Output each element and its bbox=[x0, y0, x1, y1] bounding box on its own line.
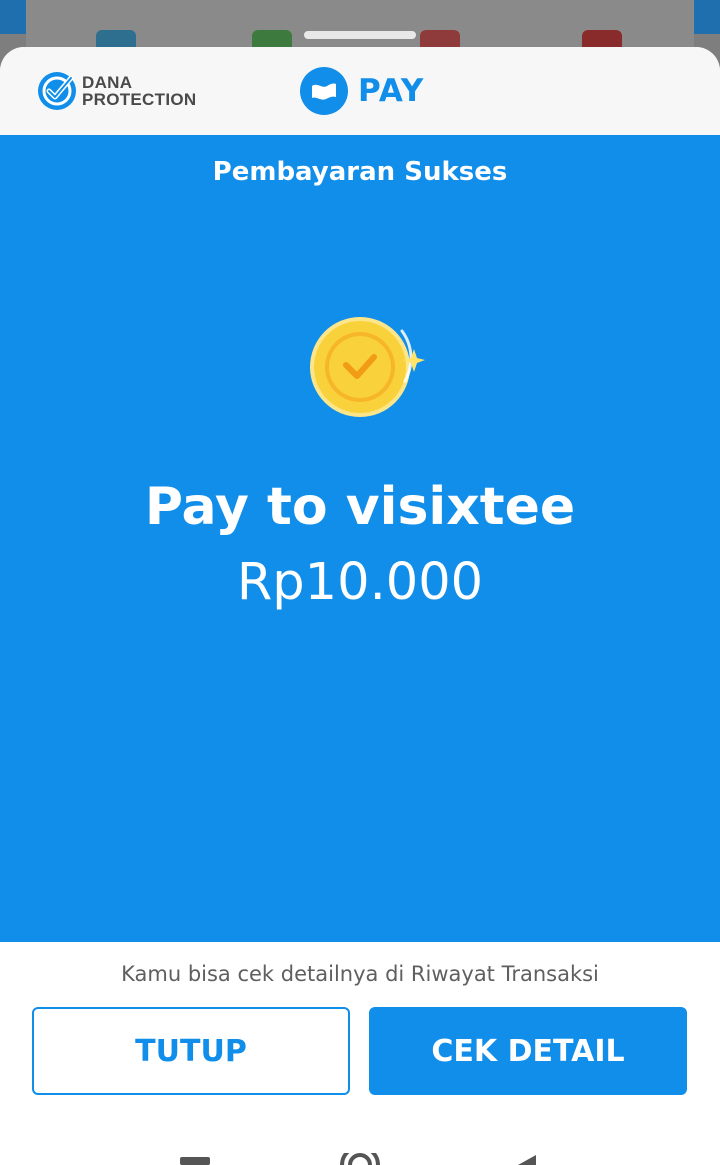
payment-status-title: Pembayaran Sukses bbox=[212, 157, 508, 187]
success-coin-check-icon bbox=[310, 317, 425, 417]
close-button[interactable]: TUTUP bbox=[32, 1007, 350, 1095]
nav-back-icon[interactable] bbox=[516, 1155, 540, 1165]
protection-line-1: DANA bbox=[82, 73, 133, 92]
protection-line-2: PROTECTION bbox=[82, 90, 197, 109]
nav-recents-icon[interactable] bbox=[180, 1157, 210, 1165]
payment-amount: Rp10.000 bbox=[236, 553, 484, 612]
dana-protection-badge: DANA PROTECTION bbox=[36, 69, 196, 113]
sheet-drag-handle[interactable] bbox=[304, 31, 416, 39]
transaction-history-note: Kamu bisa cek detailnya di Riwayat Trans… bbox=[121, 962, 599, 986]
sheet-header: DANA PROTECTION PAY bbox=[0, 47, 720, 135]
nav-home-icon[interactable] bbox=[340, 1153, 380, 1165]
payee-name: Pay to visixtee bbox=[144, 477, 576, 537]
success-panel: Pembayaran Sukses Pay to visixtee Rp10.0… bbox=[0, 135, 720, 942]
pay-label: PAY bbox=[358, 73, 425, 109]
system-navigation-bar bbox=[0, 1127, 720, 1165]
check-detail-button[interactable]: CEK DETAIL bbox=[369, 1007, 687, 1095]
dana-protection-icon bbox=[38, 72, 76, 110]
dana-protection-label: DANA PROTECTION bbox=[82, 74, 196, 108]
payment-success-sheet: DANA PROTECTION PAY Pembayaran Sukses Pa… bbox=[0, 47, 720, 1127]
dana-pay-brand: PAY bbox=[300, 67, 424, 115]
dana-pay-logo bbox=[300, 67, 348, 115]
